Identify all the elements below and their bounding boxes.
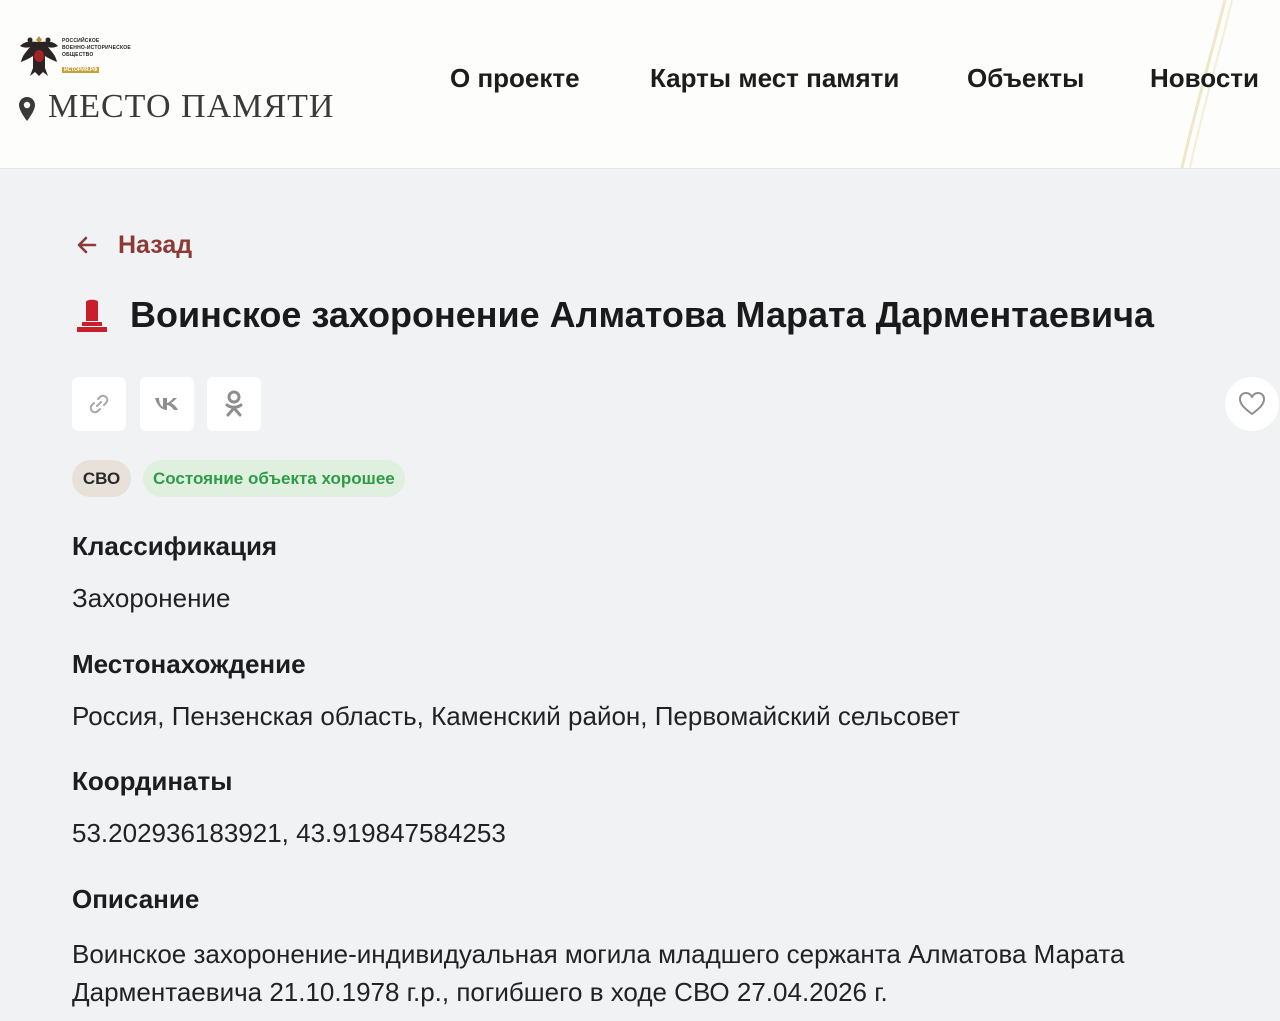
nav-news[interactable]: Новости [1150,62,1259,94]
description-line: Дарментаевича 21.10.1978 г.р., погибшего… [72,977,888,1007]
share-ok-button[interactable] [207,377,261,431]
nav-about[interactable]: О проекте [450,62,580,94]
back-link[interactable]: Назад [76,228,192,262]
org-name-line: ВОЕННО-ИСТОРИЧЕСКОЕ [62,45,131,51]
org-name-line: ОБЩЕСТВО [62,52,94,58]
nav-maps[interactable]: Карты мест памяти [650,62,899,94]
share-vk-button[interactable] [140,377,194,431]
location-value: Россия, Пензенская область, Каменский ра… [72,701,960,731]
double-headed-eagle-icon [20,36,58,76]
page-title: Воинское захоронение Алматова Марата Дар… [130,294,1155,335]
heart-icon [1239,392,1265,415]
coordinates-value: 53.202936183921, 43.919847584253 [72,818,506,848]
site-title: МЕСТО ПАМЯТИ [48,88,335,125]
org-name: РОССИЙСКОЕ ВОЕННО-ИСТОРИЧЕСКОЕ ОБЩЕСТВО [62,38,142,59]
classification-label: Классификация [72,531,278,561]
description-text: Воинское захоронение-индивидуальная моги… [72,935,1232,1011]
vk-icon [155,398,178,410]
classification-value: Захоронение [72,583,231,613]
description-label: Описание [72,884,200,914]
grave-monument-icon [77,299,107,332]
odnoklassniki-icon [225,390,243,417]
link-icon [89,394,109,414]
coordinates-label: Координаты [72,766,233,796]
arrow-left-icon [77,236,97,254]
category-badge: СВО [72,460,131,497]
org-tag: ИСТОРИЯ.РФ [62,67,100,73]
description-line: Воинское захоронение-индивидуальная моги… [72,939,1125,969]
copy-link-button[interactable] [72,377,126,431]
nav-objects[interactable]: Объекты [967,62,1084,94]
back-label: Назад [118,230,193,259]
map-pin-icon [19,97,35,121]
org-name-line: РОССИЙСКОЕ [62,38,100,44]
site-header: РОССИЙСКОЕ ВОЕННО-ИСТОРИЧЕСКОЕ ОБЩЕСТВО … [0,0,1280,169]
favorite-button[interactable] [1225,377,1279,431]
location-label: Местонахождение [72,649,306,679]
status-badge: Состояние объекта хорошее [143,460,405,497]
